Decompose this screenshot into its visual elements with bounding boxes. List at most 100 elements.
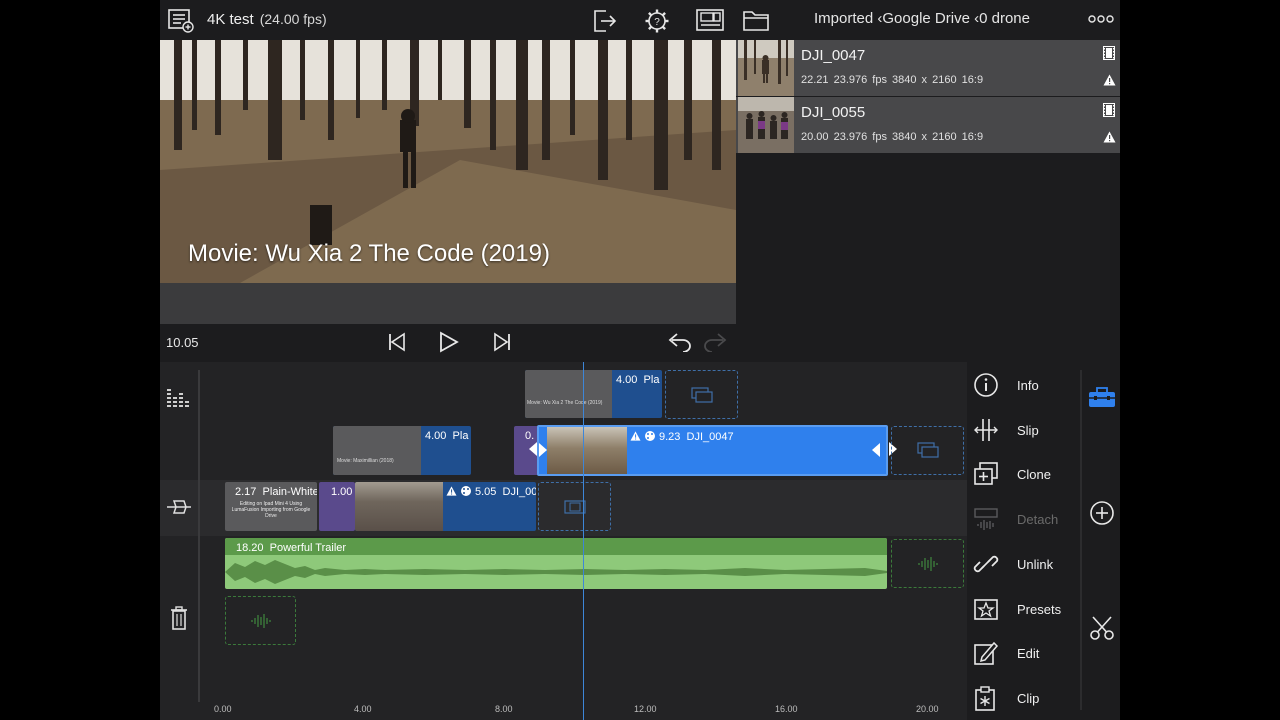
media-thumbnail <box>738 40 794 96</box>
project-name: 4K test <box>207 11 254 28</box>
playhead[interactable] <box>583 362 584 720</box>
skip-back-icon[interactable] <box>387 332 407 352</box>
audio-waveform <box>225 560 887 584</box>
empty-track-slot[interactable] <box>665 370 738 419</box>
film-icon <box>1103 46 1115 60</box>
clip-label: 4.00 Pla <box>425 430 468 442</box>
unlink-icon <box>973 551 999 577</box>
audio-clip[interactable]: 18.20 Powerful Trailer <box>225 538 887 589</box>
clip-name: Powerful Trailer <box>269 542 347 554</box>
export-icon[interactable] <box>592 8 618 34</box>
tool-label: Slip <box>1017 423 1039 438</box>
detach-button[interactable]: Detach <box>967 499 1077 539</box>
warning-icon <box>1103 131 1116 143</box>
top-bar: 4K test (24.00 fps) ? Imported ‹Google Dr… <box>160 0 1120 40</box>
skip-forward-icon[interactable] <box>492 332 512 352</box>
scissors-icon[interactable] <box>1089 615 1115 641</box>
media-name: DJI_0047 <box>801 47 866 64</box>
color-effect-icon <box>644 430 656 442</box>
slip-button[interactable]: Slip <box>967 410 1077 450</box>
clip-button[interactable]: Clip <box>967 678 1077 718</box>
lumafusion-app: 4K test (24.00 fps) ? Imported ‹Google Dr… <box>160 0 1120 720</box>
empty-audio-slot[interactable] <box>891 539 964 588</box>
media-metadata: 20.00 23.976 fps 3840 x 2160 16:9 <box>801 131 983 143</box>
clip-thumbnail <box>525 370 612 418</box>
media-thumbnail <box>738 97 794 153</box>
clip-duration: 0. <box>525 430 535 442</box>
tool-label: Info <box>1017 378 1039 393</box>
layout-icon[interactable] <box>696 9 724 33</box>
empty-track-slot[interactable] <box>891 426 964 475</box>
undo-icon[interactable] <box>666 332 692 352</box>
video-frame: Movie: Wu Xia 2 The Code (2019) <box>160 40 736 283</box>
ruler-tick-label: 12.00 <box>634 704 657 714</box>
tools-divider <box>1080 370 1082 710</box>
info-button[interactable]: Info <box>967 365 1077 405</box>
trim-handle-left-icon[interactable] <box>539 443 547 457</box>
project-manager-icon[interactable] <box>168 9 194 33</box>
transition-clip[interactable]: 1.00 <box>319 482 355 531</box>
project-fps: (24.00 fps) <box>259 11 327 27</box>
clip-thumbnail-text: Editing on Ipad Mini 4 Using LumaFusion … <box>231 501 311 519</box>
presets-icon <box>973 596 999 622</box>
breadcrumb-folder[interactable]: 0 drone <box>979 10 1030 27</box>
clip-thumbnail <box>333 426 421 475</box>
settings-help-icon[interactable]: ? <box>644 8 670 34</box>
clip-label: 9.23 DJI_0047 <box>659 431 734 443</box>
warning-icon <box>630 431 641 441</box>
trash-icon[interactable] <box>170 606 188 630</box>
tool-label: Detach <box>1017 512 1059 527</box>
clip-label: 2.17 Plain-White <box>235 486 317 498</box>
unlink-button[interactable]: Unlink <box>967 544 1077 584</box>
title-clip[interactable]: Movie: Maximillian (2018) 4.00 Pla <box>333 426 471 475</box>
title-overlay-text: Movie: Wu Xia 2 The Code (2019) <box>188 240 550 267</box>
media-fps: 23.976 fps <box>833 131 887 143</box>
clone-button[interactable]: Clone <box>967 454 1077 494</box>
audio-mixer-icon[interactable] <box>166 387 192 407</box>
media-metadata: 22.21 23.976 fps 3840 x 2160 16:9 <box>801 74 983 86</box>
empty-track-slot[interactable] <box>538 482 611 531</box>
presets-button[interactable]: Presets <box>967 589 1077 629</box>
plain-white-clip[interactable]: Editing on Ipad Mini 4 Using LumaFusion … <box>225 482 317 531</box>
more-options-icon[interactable] <box>1088 13 1114 25</box>
clip-duration: 5.05 <box>475 486 497 498</box>
preview-viewer[interactable]: Movie: Wu Xia 2 The Code (2019) <box>160 40 736 324</box>
info-icon <box>973 372 999 398</box>
media-item[interactable]: DJI_0055 20.00 23.976 fps 3840 x 2160 16… <box>736 97 1120 153</box>
clip-thumbnail-text: Movie: Wu Xia 2 The Code (2019) <box>527 400 603 406</box>
transport-bar: 10.05 <box>160 324 736 362</box>
svg-text:?: ? <box>654 17 660 28</box>
clip-duration: 4.00 <box>616 374 638 386</box>
selected-clip[interactable]: 9.23 DJI_0047 <box>537 425 888 476</box>
clip-label: 4.00 Pla <box>616 374 659 386</box>
toolbox-icon[interactable] <box>1088 386 1116 408</box>
ruler-tick-label: 16.00 <box>775 704 798 714</box>
add-icon[interactable] <box>1089 500 1115 526</box>
play-icon[interactable] <box>438 331 460 353</box>
media-item[interactable]: DJI_0047 22.21 23.976 fps 3840 x 2160 16… <box>736 40 1120 96</box>
title-clip[interactable]: Movie: Wu Xia 2 The Code (2019) 4.00 Pla <box>525 370 662 418</box>
clip-icon <box>973 685 999 711</box>
empty-audio-slot[interactable] <box>225 596 296 645</box>
edit-button[interactable]: Edit <box>967 633 1077 673</box>
ruler-tick-label: 4.00 <box>354 704 372 714</box>
media-resolution: 3840 x 2160 <box>892 131 957 143</box>
video-clip[interactable]: 5.05 DJI_00 <box>355 482 536 531</box>
detach-icon <box>973 506 999 532</box>
media-duration: 22.21 <box>801 74 829 86</box>
redo-icon[interactable] <box>703 332 729 352</box>
timeline[interactable]: Movie: Wu Xia 2 The Code (2019) 4.00 Pla… <box>160 362 967 720</box>
clip-duration: 1.00 <box>331 486 353 498</box>
breadcrumb-google-drive[interactable]: Google Drive <box>882 10 970 27</box>
folder-icon[interactable] <box>742 8 770 32</box>
tool-label: Clip <box>1017 691 1040 706</box>
trim-handle-right-icon[interactable] <box>872 443 880 457</box>
clip-thumbnail <box>547 427 627 474</box>
ruler-tick-label: 8.00 <box>495 704 513 714</box>
slip-icon <box>973 417 999 443</box>
breadcrumb-imported[interactable]: Imported <box>814 10 873 27</box>
clone-icon <box>973 461 999 487</box>
clip-thumbnail-text: Movie: Maximillian (2018) <box>337 458 394 464</box>
clip-label: 5.05 DJI_00 <box>475 486 536 498</box>
track-lock-icon[interactable] <box>165 498 193 516</box>
